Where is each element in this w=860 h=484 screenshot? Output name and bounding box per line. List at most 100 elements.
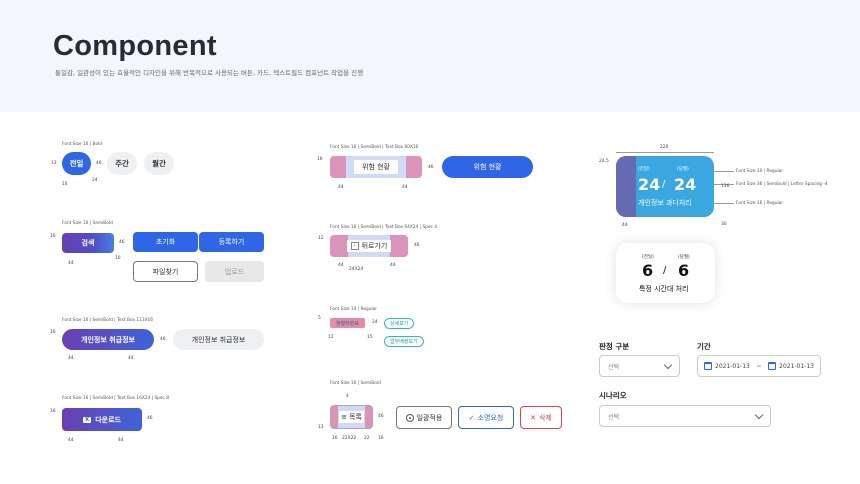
dim-label: 16 <box>50 234 56 239</box>
type-label: 판정 구분 <box>599 342 630 351</box>
download-label: 다운로드 <box>95 415 121 424</box>
type-select[interactable]: 선택 <box>599 355 680 377</box>
reset-button[interactable]: 초기화 <box>133 232 198 252</box>
target-icon <box>405 413 414 422</box>
check-icon: ✓ <box>468 413 475 422</box>
spec-risk: Font Size 16 | SemiBold | Text Box 60X16 <box>330 145 419 150</box>
dim-label: 46 <box>414 243 420 248</box>
padding-guide <box>330 156 346 178</box>
dim-label: 44 <box>622 223 628 228</box>
back-label: 뒤로가기 <box>361 242 388 250</box>
note-date-font: Font Size 10 | Regular <box>736 169 784 174</box>
dim-label: 16 <box>50 409 56 414</box>
padding-guide <box>616 156 636 217</box>
header-banner: Component 통일감, 일관성이 있는 효율적인 디자인을 위해 반복적으… <box>0 0 860 112</box>
dim-label: 15 <box>367 335 373 340</box>
dim-label: 46 <box>160 337 166 342</box>
dim-label: 24 <box>92 178 98 183</box>
dim-label: 44 <box>68 356 74 361</box>
dim-label: 5 <box>318 316 321 321</box>
dim-label: 30 <box>721 222 727 227</box>
file-find-button[interactable]: 파일찾기 <box>133 261 198 282</box>
dim-label: 13 <box>51 161 57 166</box>
back-button[interactable]: ‹ 뒤로가기 <box>330 235 408 257</box>
excel-icon: X <box>82 416 92 423</box>
date-range-field[interactable]: 2021-01-13 ~ 2021-01-13 <box>697 355 821 377</box>
dim-label: 44 <box>118 438 124 443</box>
request-label: 소명요청 <box>477 413 504 422</box>
dim-label: 13 <box>318 425 324 430</box>
tab-daily[interactable]: 전일 <box>62 152 91 175</box>
dim-label: 4 <box>346 394 349 399</box>
stat-separator: / <box>663 265 667 276</box>
stat-separator: / <box>662 179 666 190</box>
dim-label: 24 <box>372 320 378 325</box>
stat-card: (전일) (당월) 6 / 6 특정 시간대 처리 <box>616 243 715 303</box>
list-button[interactable]: ≡ 목록 <box>330 405 373 429</box>
note-number-font: Font Size 36 | Semibold | Letter Spacing… <box>736 182 828 187</box>
dim-label: 46 <box>119 240 125 245</box>
tab-monthly[interactable]: 월간 <box>144 152 174 175</box>
calendar-icon <box>704 362 712 370</box>
date-label-current: (당월) <box>677 167 689 172</box>
scenario-select-value: 선택 <box>608 413 620 421</box>
bulk-apply-button[interactable]: 일괄적용 <box>396 406 452 429</box>
dim-label: 16 <box>332 436 338 441</box>
page-subtitle: 통일감, 일관성이 있는 효율적인 디자인을 위해 반복적으로 사용되는 버튼,… <box>55 69 364 77</box>
period-label: 기간 <box>697 342 711 351</box>
date-label-previous: (전일) <box>638 167 650 172</box>
privacy-button-secondary[interactable]: 개인정보 취급정보 <box>173 329 264 350</box>
spec-tags: Font Size 14 | Regular <box>330 307 378 312</box>
stat-card-spec: (전일) (당월) 24 / 24 개인정보 과다처리 <box>616 156 714 217</box>
privacy-button[interactable]: 개인정보 취급정보 <box>62 329 154 350</box>
stat-previous: 6 <box>642 261 654 280</box>
date-from-field[interactable]: 2021-01-13 <box>704 362 750 370</box>
dim-label: 44 <box>390 263 396 268</box>
dim-label: 44 <box>68 261 74 266</box>
dim-label: 22X22 <box>342 436 357 441</box>
dim-label: 10 <box>115 256 121 261</box>
delete-button[interactable]: ✕ 삭제 <box>520 406 562 429</box>
dim-label: 136 <box>721 184 730 189</box>
dim-label: 16 <box>378 436 384 441</box>
date-to-field[interactable]: 2021-01-13 <box>768 362 814 370</box>
risk-button-spec[interactable]: 위험 현황 <box>330 156 422 178</box>
chevron-down-icon <box>754 410 764 419</box>
tag-detail[interactable]: 상세보기 <box>384 318 415 329</box>
tab-weekly[interactable]: 주간 <box>107 152 137 175</box>
dim-label: 24.5 <box>599 159 609 164</box>
delete-label: 삭제 <box>538 413 552 422</box>
spec-download: Font Size 16 | SemiBold | Text Box 16X24… <box>62 396 170 401</box>
note-caption-font: Font Size 16 | Regular <box>736 201 784 206</box>
download-button[interactable]: X 다운로드 <box>62 408 142 431</box>
type-select-value: 선택 <box>608 363 620 371</box>
dim-label: 16 <box>50 330 56 335</box>
register-button[interactable]: 등록하기 <box>199 232 264 252</box>
dim-label: 46 <box>96 161 102 166</box>
padding-guide <box>365 406 372 428</box>
dim-label: 12 <box>318 236 324 241</box>
padding-guide <box>331 406 338 428</box>
scenario-select[interactable]: 선택 <box>599 405 771 427</box>
padding-guide <box>406 156 422 178</box>
dim-label: 44 <box>402 185 408 190</box>
search-button[interactable]: 검색 <box>62 233 114 253</box>
tag-spec-sample: 현황자원표 <box>330 318 365 328</box>
padding-guide <box>330 235 348 257</box>
dim-label: 22 <box>364 436 370 441</box>
spec-list: Font Size 16 | SemiBold <box>330 381 381 386</box>
stat-caption: 특정 시간대 처리 <box>639 285 689 293</box>
scenario-label: 시나리오 <box>599 391 627 400</box>
spec-tabs: Font Size 16 | Bold <box>62 142 103 147</box>
request-button[interactable]: ✓ 소명요청 <box>458 406 514 429</box>
dim-label: 44 <box>128 356 134 361</box>
close-icon: ✕ <box>530 413 536 422</box>
dim-label: 46 <box>428 165 434 170</box>
dim-label: 44 <box>68 438 74 443</box>
risk-button[interactable]: 위험 현황 <box>442 156 533 178</box>
tag-assign[interactable]: 업무배정보기 <box>384 336 424 347</box>
upload-button[interactable]: 업로드 <box>205 261 264 282</box>
dim-label: 24X24 <box>349 267 364 272</box>
list-icon: ≡ <box>341 413 347 421</box>
dim-label: 44 <box>338 185 344 190</box>
